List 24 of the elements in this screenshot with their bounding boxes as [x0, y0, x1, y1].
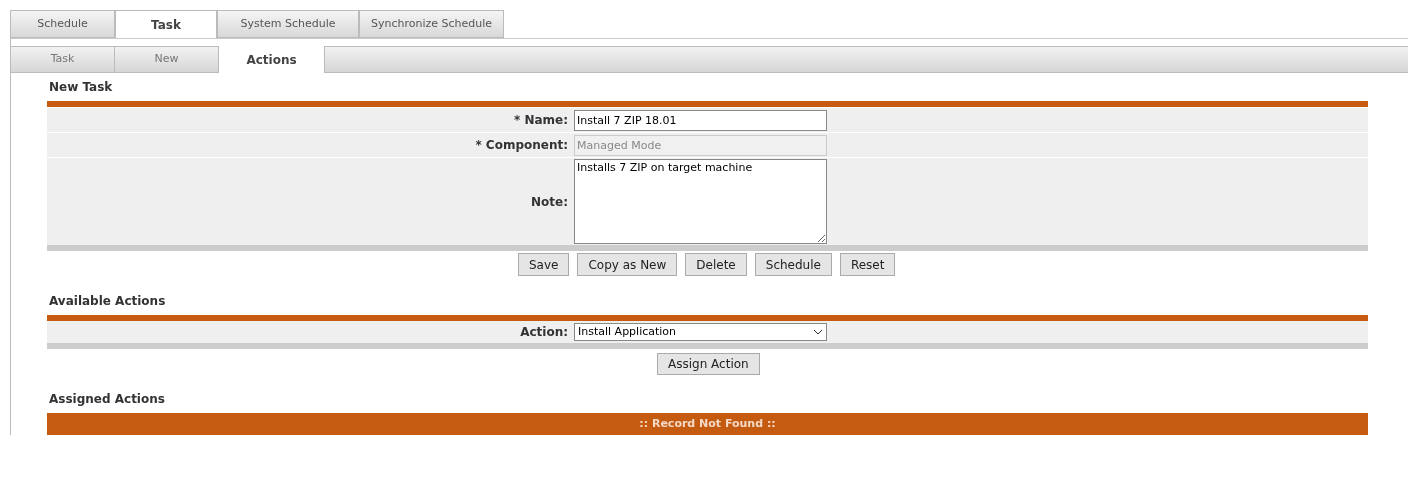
tab[interactable]: System Schedule — [217, 10, 359, 38]
section-title: Assigned Actions — [48, 391, 166, 408]
tab[interactable]: Schedule — [10, 10, 115, 38]
assign-action-button[interactable]: Assign Action — [657, 353, 760, 375]
field-label: Note: — [530, 193, 569, 211]
action-button[interactable]: Schedule — [754, 253, 832, 276]
tab[interactable]: Actions — [219, 46, 325, 73]
action-button[interactable]: Save — [518, 253, 570, 276]
section-title: Available Actions — [48, 293, 167, 310]
action-select[interactable]: Install Application — [574, 323, 827, 341]
tab[interactable]: Task — [11, 47, 115, 72]
field-label: * Component: — [474, 137, 569, 154]
note-field[interactable]: Installs 7 ZIP on target machine — [574, 159, 827, 244]
empty-message-bar: :: Record Not Found :: — [47, 413, 1368, 435]
text-field[interactable]: Install 7 ZIP 18.01 — [574, 109, 827, 131]
field-label: * Name: — [512, 112, 569, 129]
field-label: Action: — [519, 324, 569, 341]
section-title: New Task — [48, 79, 114, 96]
action-button[interactable]: Delete — [685, 253, 747, 276]
action-button[interactable]: Copy as New — [577, 253, 678, 276]
tab[interactable]: Synchronize Schedule — [359, 10, 504, 38]
chevron-down-icon — [813, 329, 823, 335]
action-button[interactable]: Reset — [839, 253, 896, 276]
tab[interactable]: Task — [115, 10, 217, 38]
